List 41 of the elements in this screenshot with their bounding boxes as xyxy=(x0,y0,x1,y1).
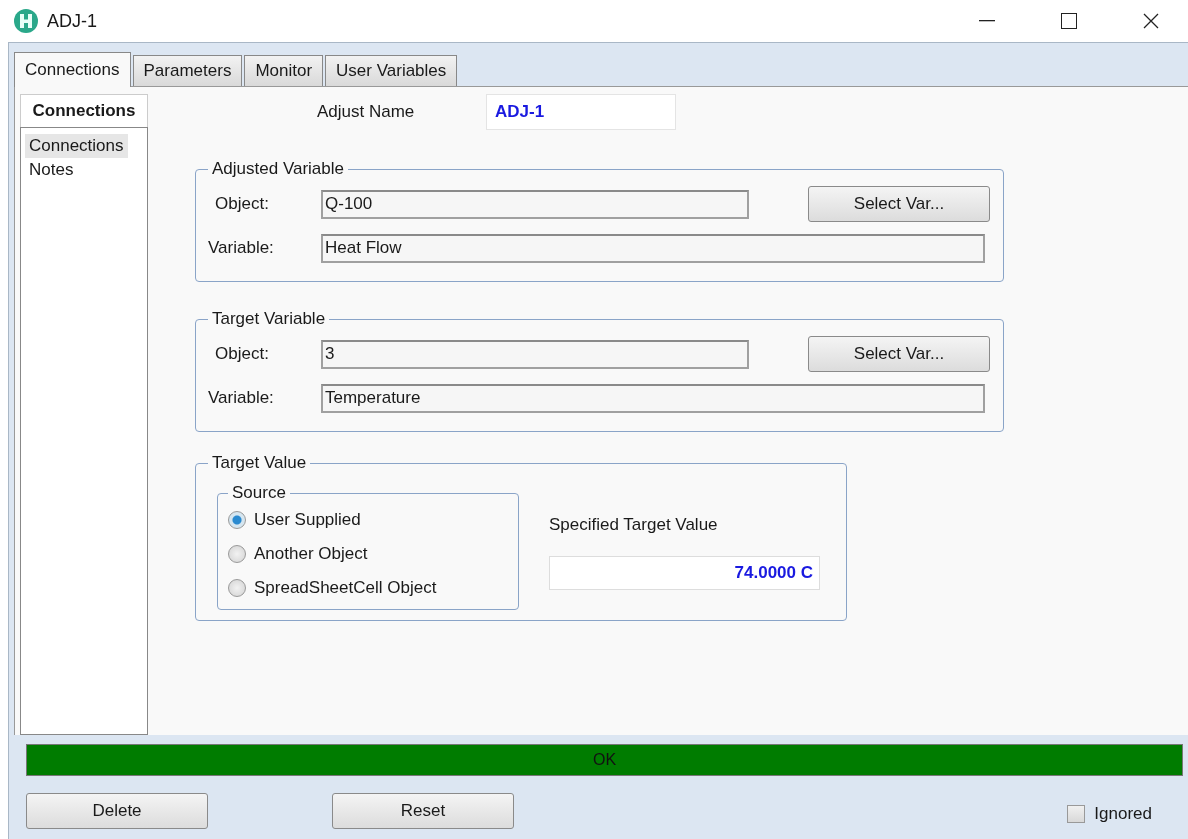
field-label: Variable: xyxy=(208,238,275,258)
radio-option[interactable]: User Supplied xyxy=(228,503,508,537)
tab[interactable]: Parameters xyxy=(132,55,243,86)
field-label: Specified Target Value xyxy=(549,515,719,535)
nav-item[interactable]: Connections xyxy=(25,134,128,158)
ignored-checkbox[interactable]: Ignored xyxy=(1067,798,1152,824)
status-bar: OK xyxy=(26,744,1183,776)
nav-item[interactable]: Notes xyxy=(25,158,78,182)
field-label: Adjust Name xyxy=(317,102,416,122)
name-field[interactable]: ADJ-1 xyxy=(486,94,676,130)
minimize-icon xyxy=(979,20,995,22)
variable-field[interactable]: Heat Flow xyxy=(321,233,985,263)
tab[interactable]: User Variables xyxy=(325,55,458,86)
group-title: Target Value xyxy=(211,453,308,473)
close-icon xyxy=(1143,13,1159,29)
field-label: Object: xyxy=(214,344,270,364)
tab[interactable]: Monitor xyxy=(244,55,324,86)
nav-header: Connections xyxy=(20,94,148,127)
window-title: ADJ-1 xyxy=(47,10,98,32)
maximize-icon xyxy=(1061,13,1077,29)
group-title: Target Variable xyxy=(211,309,327,329)
checkbox-icon[interactable] xyxy=(1067,805,1086,823)
radio-icon[interactable] xyxy=(228,511,246,529)
select-var-button[interactable]: Select Var... xyxy=(808,336,990,372)
field-label: Variable: xyxy=(208,388,275,408)
app-logo-icon xyxy=(13,8,39,34)
select-var-button[interactable]: Select Var... xyxy=(808,186,990,222)
radio-option[interactable]: Another Object xyxy=(228,537,508,571)
reset-button[interactable]: Reset xyxy=(332,793,514,829)
group-title: Adjusted Variable xyxy=(211,159,345,179)
tab[interactable]: Connections xyxy=(14,52,131,87)
target-value-field[interactable]: 74.0000 C xyxy=(549,556,820,590)
object-field[interactable]: 3 xyxy=(321,339,749,369)
radio-option[interactable]: SpreadSheetCell Object xyxy=(228,571,508,605)
field-label: Object: xyxy=(214,194,270,214)
object-field[interactable]: Q-100 xyxy=(321,189,749,219)
variable-field[interactable]: Temperature xyxy=(321,383,985,413)
radio-icon[interactable] xyxy=(228,579,246,597)
radio-icon[interactable] xyxy=(228,545,246,563)
group-title: Source xyxy=(231,483,287,503)
delete-button[interactable]: Delete xyxy=(26,793,208,829)
